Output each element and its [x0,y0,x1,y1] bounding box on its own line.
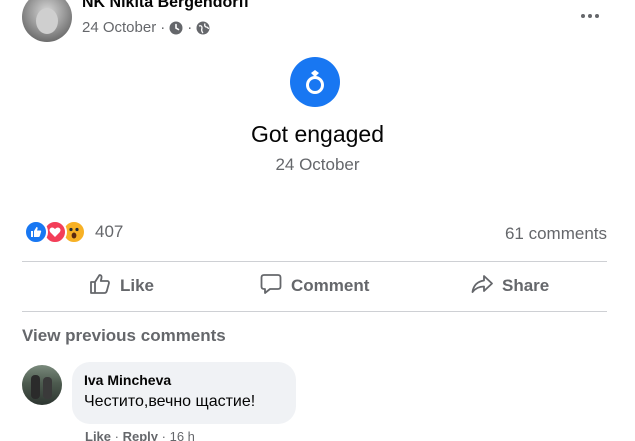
comment-reply-link[interactable]: Reply [123,429,158,441]
post-meta: 24 October · · [82,19,210,36]
more-dot [588,14,592,18]
thumbs-up-icon [88,272,112,301]
divider [22,261,607,262]
more-dot [581,14,585,18]
commenter-avatar[interactable] [22,365,62,405]
more-options-button[interactable] [575,6,605,26]
share-button-label: Share [502,276,550,295]
meta-separator: · [187,19,193,36]
post-header: NK Nikita Bergendorff 24 October · · [0,0,635,48]
comment-button[interactable]: Comment [259,270,369,302]
author-avatar[interactable] [22,0,72,42]
comment-action-separator: · [114,429,119,441]
comment-like-link[interactable]: Like [85,429,111,441]
share-arrow-icon [470,272,494,301]
comment-bubble: Iva Mincheva Честито,вечно щастие! [72,362,296,424]
view-previous-comments-link[interactable]: View previous comments [22,326,226,346]
comment-text: Честито,вечно щастие! [84,393,256,410]
reactions-summary[interactable]: 407 [24,220,123,244]
like-button[interactable]: Like [88,270,154,302]
life-event-title: Got engaged [250,121,384,147]
like-button-label: Like [120,276,155,295]
divider [22,311,607,312]
more-dot [595,14,599,18]
ring-icon [290,57,340,107]
clock-icon [169,21,183,35]
comment-count-link[interactable]: 61 comments [505,224,607,244]
globe-icon[interactable] [196,21,210,35]
post-date[interactable]: 24 October [82,19,156,36]
comment-button-label: Comment [291,276,370,295]
post-author-name[interactable]: NK Nikita Bergendorff [82,0,249,12]
reaction-count: 407 [95,222,124,241]
life-event-date: 24 October [275,155,360,174]
comment-time[interactable]: 16 h [170,429,195,441]
comment-action-separator: · [161,429,166,441]
like-reaction-icon [24,220,48,244]
comment-actions: Like · Reply · 16 h [85,429,195,441]
comment-bubble-icon [259,272,283,301]
meta-separator: · [160,19,166,36]
share-button[interactable]: Share [470,270,549,302]
comment-author[interactable]: Iva Mincheva [84,372,284,388]
